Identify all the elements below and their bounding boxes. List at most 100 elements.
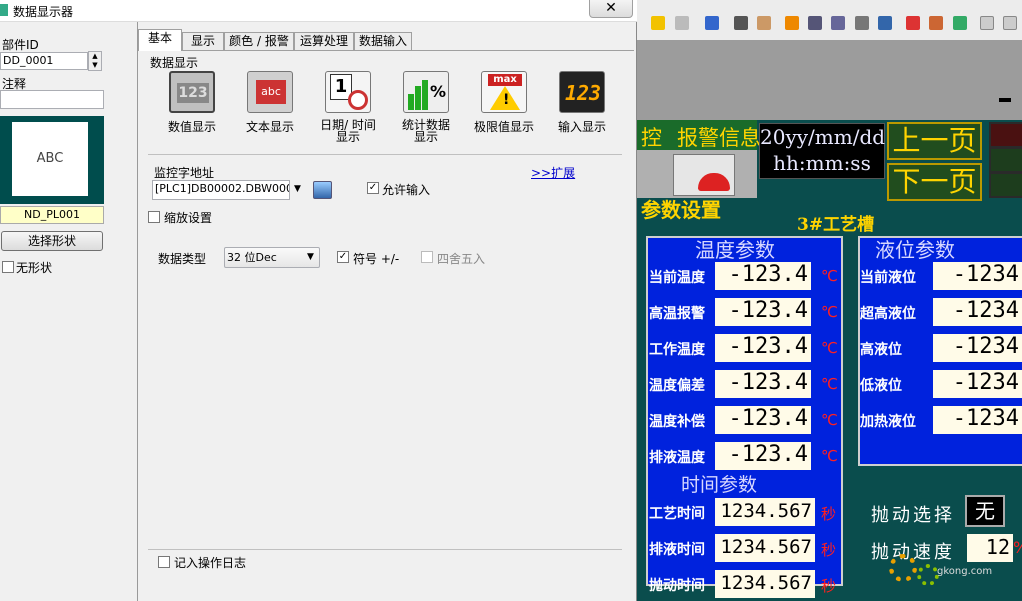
level-row-label: 高液位 <box>860 342 902 358</box>
shape-preview: ABC <box>0 116 104 204</box>
level-row-label: 低液位 <box>860 378 902 394</box>
tab-panel-basic: 数据显示 123 数值显示 abc 文本显示 1 日期/ 时间 显示 % 统计数… <box>138 50 634 601</box>
temp-value-field[interactable]: -123.4 <box>715 334 811 362</box>
text-display-icon: abc <box>247 71 293 113</box>
scale-setting-label: 缩放设置 <box>164 211 213 225</box>
separator <box>148 154 622 155</box>
side-lamps <box>989 122 1022 198</box>
input-display-icon: 123 <box>559 71 605 113</box>
time-panel-title: 时间参数 <box>681 474 758 496</box>
display-type-numeric[interactable]: 123 数值显示 <box>154 71 230 133</box>
time-value-field[interactable]: 1234.567 <box>715 570 815 598</box>
display-type-limit[interactable]: max ! 极限值显示 <box>466 71 542 133</box>
note-field[interactable] <box>0 90 104 109</box>
alarm-lamp-icon[interactable] <box>906 16 920 30</box>
stir-speed-field[interactable]: 12 <box>967 534 1013 562</box>
stir-select-value[interactable]: 无 <box>965 495 1005 527</box>
scatter-chart-icon[interactable] <box>831 16 845 30</box>
temp-row-label: 当前温度 <box>649 270 705 286</box>
temp-value-field[interactable]: -123.4 <box>715 406 811 434</box>
clock-icon <box>348 90 368 110</box>
display-icon[interactable] <box>705 16 719 30</box>
pen-icon[interactable] <box>757 16 771 30</box>
tab-color-alarm[interactable]: 颜色 / 报警 <box>224 32 294 50</box>
preview-text: ABC <box>12 122 88 196</box>
move-icon[interactable] <box>855 16 869 30</box>
watermark-text: gkong.com <box>937 566 993 577</box>
hmi-preview: 控 报警信息 20yy/mm/dd hh:mm:ss 上一页 下一页 参数设置 … <box>637 0 1022 601</box>
time-value-field[interactable]: 1234.567 <box>715 498 815 526</box>
allow-input-checkbox[interactable]: ✓ <box>367 182 379 194</box>
display-type-datetime[interactable]: 1 日期/ 时间 显示 <box>310 71 386 143</box>
log-checkbox[interactable] <box>158 556 170 568</box>
percent-art: % <box>430 82 447 101</box>
bell-icon[interactable] <box>929 16 943 30</box>
level-row-label: 当前液位 <box>860 270 916 286</box>
grid-icon[interactable] <box>734 16 748 30</box>
temp-row-label: 温度补偿 <box>649 414 705 430</box>
note-icon[interactable] <box>675 16 689 30</box>
chevron-down-icon[interactable]: ▼ <box>307 252 314 262</box>
time-row-label: 抛动时间 <box>649 578 705 594</box>
alarm-button-icon <box>698 173 730 191</box>
no-shape-checkbox[interactable] <box>2 261 14 273</box>
check-mark-icon: ✓ <box>368 182 378 193</box>
select-shape-button[interactable]: 选择形状 <box>1 231 103 251</box>
temp-row-label: 排液温度 <box>649 450 705 466</box>
temp-value-field[interactable]: -123.4 <box>715 442 811 470</box>
window-icon[interactable] <box>1003 16 1017 30</box>
display-type-statistics[interactable]: % 统计数据 显示 <box>388 71 464 143</box>
part-id-field[interactable]: DD_0001 <box>0 52 88 70</box>
header-left-text: 控 <box>641 126 662 150</box>
level-value-field[interactable]: -1234 <box>933 298 1022 326</box>
bar-chart-icon[interactable] <box>785 16 799 30</box>
datetime-display: 20yy/mm/dd hh:mm:ss <box>759 123 885 179</box>
scale-setting-checkbox[interactable] <box>148 211 160 223</box>
level-value-field[interactable]: -1234 <box>933 370 1022 398</box>
temp-row-label: 温度偏差 <box>649 378 705 394</box>
bulb-icon[interactable] <box>651 16 665 30</box>
monitor-address-field[interactable]: [PLC1]DB00002.DBW00008 <box>152 180 290 200</box>
minimize-icon[interactable] <box>999 98 1011 102</box>
document-icon[interactable] <box>673 154 735 196</box>
display-type-text[interactable]: abc 文本显示 <box>232 71 308 133</box>
chevron-down-icon[interactable]: ▼ <box>294 184 301 194</box>
line-chart-icon[interactable] <box>808 16 822 30</box>
temp-value-field[interactable]: -123.4 <box>715 262 811 290</box>
next-page-button[interactable]: 下一页 <box>887 163 982 201</box>
round-label: 四舍五入 <box>437 252 486 266</box>
tab-operation[interactable]: 运算处理 <box>294 32 354 50</box>
level-value-field[interactable]: -1234 <box>933 406 1022 434</box>
time-value-field[interactable]: 1234.567 <box>715 534 815 562</box>
temperature-panel-title: 温度参数 <box>695 238 775 262</box>
expand-link[interactable]: >>扩展 <box>531 164 575 181</box>
display-type-input[interactable]: 123 输入显示 <box>544 71 620 133</box>
level-value-field[interactable]: -1234 <box>933 334 1022 362</box>
display-type-label: 数值显示 <box>167 120 216 134</box>
data-type-select[interactable]: 32 位Dec <box>224 247 320 268</box>
temp-unit: ℃ <box>821 411 838 429</box>
limit-display-icon: max ! <box>481 71 527 113</box>
temp-value-field[interactable]: -123.4 <box>715 298 811 326</box>
tab-data-input[interactable]: 数据输入 <box>354 32 412 50</box>
tab-display[interactable]: 显示 <box>182 32 224 50</box>
display-type-label: 文本显示 <box>245 120 294 134</box>
temp-value-field[interactable]: -123.4 <box>715 370 811 398</box>
close-button[interactable]: ✕ <box>589 0 633 18</box>
tab-basic[interactable]: 基本 <box>138 29 182 51</box>
gear-logo-icon <box>889 554 917 582</box>
tank-title: 3#工艺槽 <box>797 215 875 235</box>
alarm-info-button[interactable]: 报警信息 <box>677 122 761 152</box>
level-value-field[interactable]: -1234 <box>933 262 1022 290</box>
input-art: 123 <box>564 81 602 105</box>
part-id-spinner[interactable]: ▲ ▼ <box>88 51 102 71</box>
address-browse-icon[interactable] <box>313 181 332 199</box>
layout-icon[interactable] <box>980 16 994 30</box>
round-checkbox[interactable] <box>421 251 433 263</box>
picture-icon[interactable] <box>953 16 967 30</box>
level-row-label: 超高液位 <box>860 306 916 322</box>
datetime-display-icon: 1 <box>325 71 371 113</box>
sign-checkbox[interactable]: ✓ <box>337 251 349 263</box>
axis-icon[interactable] <box>878 16 892 30</box>
prev-page-button[interactable]: 上一页 <box>887 122 982 160</box>
